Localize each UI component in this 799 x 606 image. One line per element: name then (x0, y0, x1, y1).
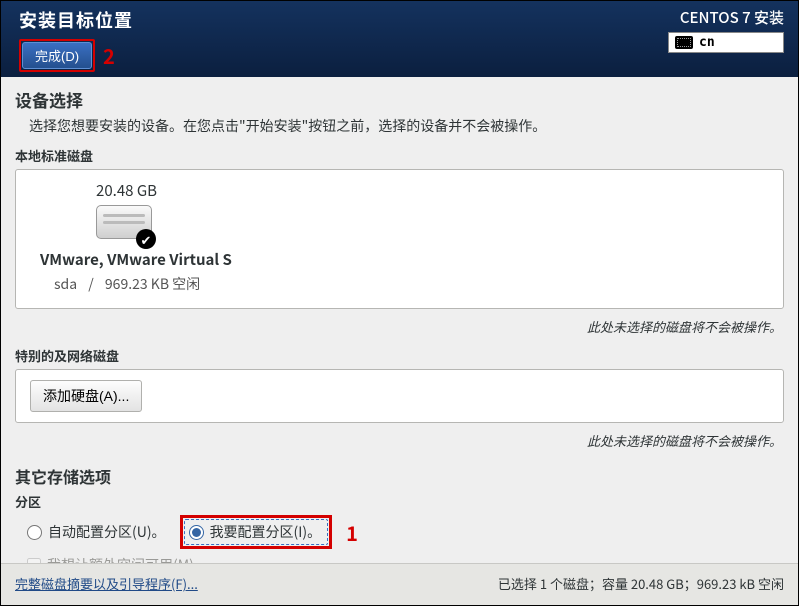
unselected-note-2: 此处未选择的磁盘将不会被操作。 (15, 431, 782, 450)
keyboard-layout-code: cn (699, 35, 715, 50)
extra-space-label: 我想让额外空间可用(M)。 (47, 555, 208, 563)
annotation-number-2: 2 (103, 41, 115, 70)
add-disk-button[interactable]: 添加硬盘(A)... (30, 380, 142, 412)
other-storage-heading: 其它存储选项 (15, 464, 784, 488)
unselected-note-1: 此处未选择的磁盘将不会被操作。 (15, 317, 782, 336)
annotation-number-1: 1 (346, 518, 358, 547)
disk-item[interactable]: 20.48 GB ✔ VMware, VMware Virtual S sda … (34, 180, 765, 294)
radio-manual-partition[interactable]: 我要配置分区(I)。 (184, 519, 329, 545)
keyboard-icon (675, 36, 693, 49)
disk-size: 20.48 GB (34, 180, 765, 201)
network-disks-heading: 特别的及网络磁盘 (15, 346, 784, 365)
hard-drive-icon: ✔ (96, 205, 154, 245)
radio-auto-input[interactable] (27, 525, 42, 540)
device-selection-heading: 设备选择 (15, 87, 784, 112)
radio-auto-label: 自动配置分区(U)。 (48, 522, 166, 542)
selection-status: 已选择 1 个磁盘；容量 20.48 GB；969.23 kB 空闲 (498, 574, 784, 593)
disk-model: VMware, VMware Virtual S (34, 249, 765, 270)
header-bar: 安装目标位置 完成(D) 2 CENTOS 7 安装 cn (1, 1, 798, 77)
installer-title: CENTOS 7 安装 (680, 7, 784, 28)
radio-manual-input[interactable] (189, 525, 204, 540)
radio-manual-label: 我要配置分区(I)。 (210, 522, 322, 542)
done-button[interactable]: 完成(D) (22, 42, 92, 69)
network-disk-panel: 添加硬盘(A)... (15, 369, 784, 423)
annotation-box-manual: 我要配置分区(I)。 (180, 515, 333, 549)
disk-free: 969.23 KB 空闲 (105, 274, 200, 294)
extra-space-checkbox: 我想让额外空间可用(M)。 (15, 555, 208, 563)
local-disks-heading: 本地标准磁盘 (15, 146, 784, 165)
footer-bar: 完整磁盘摘要以及引导程序(F)... 已选择 1 个磁盘；容量 20.48 GB… (1, 563, 798, 605)
check-icon: ✔ (136, 229, 156, 249)
annotation-box-done: 完成(D) (19, 39, 95, 72)
disk-details: sda / 969.23 KB 空闲 (34, 274, 765, 294)
partitioning-label: 分区 (15, 492, 784, 511)
disk-summary-link[interactable]: 完整磁盘摘要以及引导程序(F)... (15, 574, 198, 593)
page-title: 安装目标位置 (19, 7, 133, 33)
radio-auto-partition[interactable]: 自动配置分区(U)。 (27, 522, 166, 542)
device-selection-description: 选择您想要安装的设备。在您点击"开始安装"按钮之前，选择的设备并不会被操作。 (29, 116, 784, 136)
disk-dev: sda (54, 274, 77, 294)
keyboard-layout-indicator[interactable]: cn (668, 32, 784, 53)
local-disk-panel: 20.48 GB ✔ VMware, VMware Virtual S sda … (15, 169, 784, 309)
